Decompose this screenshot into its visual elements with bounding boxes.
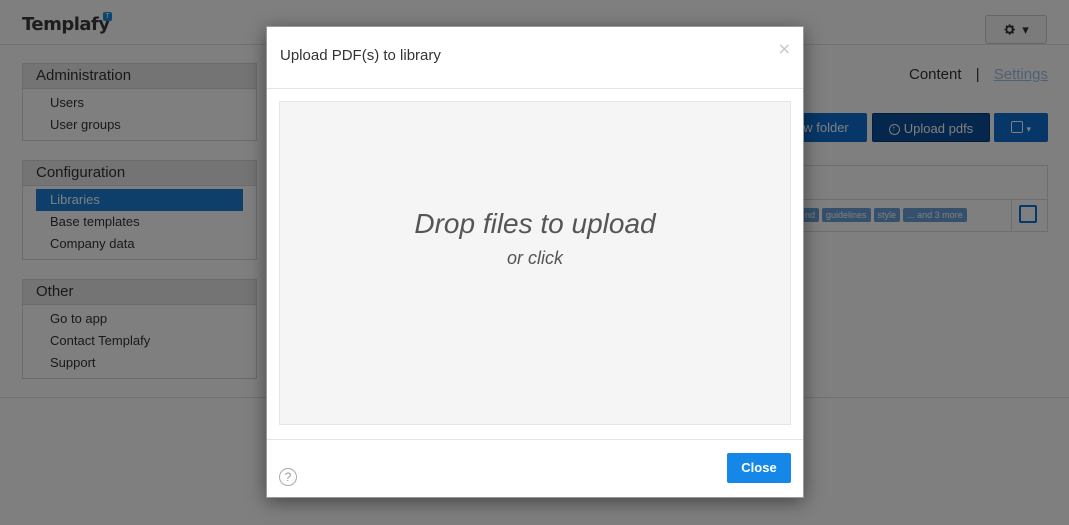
or-click-text: or click [506, 248, 563, 268]
modal-title: Upload PDF(s) to library [280, 47, 441, 64]
upload-modal: Upload PDF(s) to library × Drop files to… [266, 26, 804, 498]
drop-files-text: Drop files to upload [414, 208, 656, 239]
file-dropzone[interactable]: Drop files to upload or click [279, 101, 791, 425]
modal-footer: ? Close [267, 439, 803, 498]
modal-header: Upload PDF(s) to library × [267, 27, 803, 89]
close-icon[interactable]: × [778, 39, 791, 58]
help-icon[interactable]: ? [279, 468, 297, 486]
close-button[interactable]: Close [727, 453, 791, 483]
